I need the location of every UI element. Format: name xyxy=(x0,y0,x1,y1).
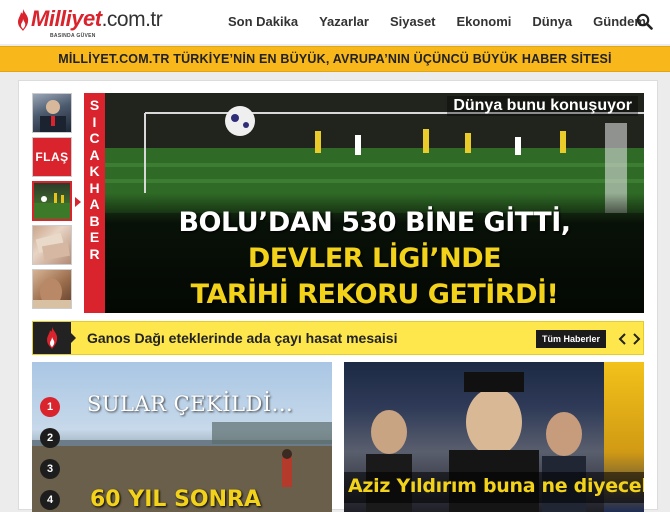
nav-ekonomi[interactable]: Ekonomi xyxy=(457,14,512,29)
side-letter: E xyxy=(89,229,100,245)
main-nav: Son Dakika Yazarlar Siyaset Ekonomi Düny… xyxy=(228,14,646,29)
story-page-4[interactable]: 4 xyxy=(40,490,60,510)
headline-thumb-3[interactable] xyxy=(32,181,72,221)
ticker-pointer-icon xyxy=(71,333,76,343)
headline-thumb-2[interactable]: FLAŞ xyxy=(32,137,72,177)
story-page-2[interactable]: 2 xyxy=(40,428,60,448)
side-letter: I xyxy=(92,113,97,130)
search-icon[interactable] xyxy=(636,13,653,30)
story-card-left[interactable]: SULAR ÇEKİLDİ... 1 2 3 4 60 YIL SONRA xyxy=(32,362,332,512)
story-pagination: 1 2 3 4 xyxy=(40,397,60,512)
promo-banner: MİLLİYET.COM.TR TÜRKİYE’NİN EN BÜYÜK, AV… xyxy=(0,46,670,72)
flas-label: FLAŞ xyxy=(35,150,69,164)
site-header: Milliyet.com.tr BASINDA GÜVEN Son Dakika… xyxy=(0,0,670,44)
headline-thumb-4[interactable] xyxy=(32,225,72,265)
hero-line-3: TARİHİ REKORU GETİRDİ! xyxy=(190,279,559,310)
story-right-title: Aziz Yıldırım buna ne diyecek? xyxy=(344,472,644,503)
milliyet-logo[interactable]: Milliyet.com.tr BASINDA GÜVEN xyxy=(16,5,163,39)
nav-yazarlar[interactable]: Yazarlar xyxy=(319,14,369,29)
headline-thumb-5[interactable] xyxy=(32,269,72,309)
hero-line-2: DEVLER LİGİ’NDE xyxy=(247,243,502,274)
ticker-flame-icon xyxy=(33,322,71,354)
ticker-headline[interactable]: Ganos Dağı eteklerinde ada çayı hasat me… xyxy=(87,330,397,346)
chevron-right-icon[interactable] xyxy=(630,330,642,348)
hero-line-1: BOLU’DAN 530 BİNE GİTTİ, xyxy=(178,207,571,238)
all-news-button[interactable]: Tüm Haberler xyxy=(536,330,607,348)
side-letter: B xyxy=(89,212,100,229)
nav-son-dakika[interactable]: Son Dakika xyxy=(228,14,298,29)
nav-dunya[interactable]: Dünya xyxy=(532,14,572,29)
side-letter: K xyxy=(89,163,100,179)
flame-icon xyxy=(16,9,30,31)
headline-thumb-1[interactable] xyxy=(32,93,72,133)
side-letter: H xyxy=(89,179,100,196)
nav-siyaset[interactable]: Siyaset xyxy=(390,14,436,29)
logo-tld: .com.tr xyxy=(101,8,163,31)
story-page-3[interactable]: 3 xyxy=(40,459,60,479)
hero-headline: BOLU’DAN 530 BİNE GİTTİ, DEVLER LİGİ’NDE… xyxy=(105,193,644,313)
logo-slogan: BASINDA GÜVEN xyxy=(50,33,96,39)
logo-brand: Milliyet xyxy=(31,6,102,31)
side-letter: S xyxy=(89,97,100,113)
side-letter: C xyxy=(89,130,100,146)
sicak-haber-label: S I C A K H A B E R xyxy=(84,93,105,313)
thumb-active-arrow-icon xyxy=(75,197,81,207)
side-letter: A xyxy=(89,196,100,212)
hero-tag: Dünya bunu konuşuyor xyxy=(447,96,638,116)
story-left-title: SULAR ÇEKİLDİ... xyxy=(87,392,294,416)
story-left-subtitle: 60 YIL SONRA xyxy=(90,487,261,512)
news-ticker: Ganos Dağı eteklerinde ada çayı hasat me… xyxy=(32,321,644,355)
promo-banner-text: MİLLİYET.COM.TR TÜRKİYE’NİN EN BÜYÜK, AV… xyxy=(58,52,612,66)
headline-thumbnails: FLAŞ xyxy=(32,93,72,313)
story-page-1[interactable]: 1 xyxy=(40,397,60,417)
logo-wordmark: Milliyet.com.tr xyxy=(31,5,163,34)
main-content: FLAŞ S I C A K H A B E R Dünya bunu konu… xyxy=(18,80,658,512)
story-card-right[interactable]: Aziz Yıldırım buna ne diyecek? xyxy=(344,362,644,512)
chevron-left-icon[interactable] xyxy=(617,330,629,348)
side-letter: A xyxy=(89,146,100,163)
side-letter: R xyxy=(89,245,100,262)
headline-hero[interactable]: Dünya bunu konuşuyor BOLU’DAN 530 BİNE G… xyxy=(105,93,644,313)
